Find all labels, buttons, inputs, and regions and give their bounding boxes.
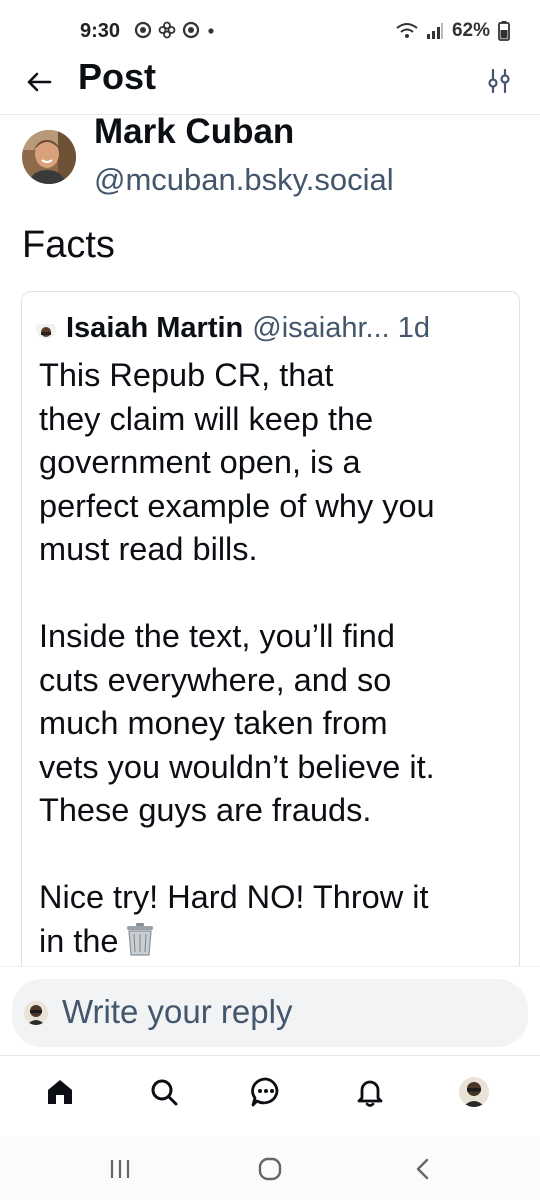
quoted-avatar-photo [36,323,56,339]
back-button-system[interactable] [408,1155,438,1183]
reply-placeholder: Write your reply [62,993,293,1030]
recents-icon [110,1160,130,1178]
pinwheel-icon [158,21,176,39]
nav-chat[interactable] [248,1074,284,1110]
quoted-author-avatar [36,319,56,339]
quoted-text-line: they claim will keep the [39,400,374,437]
system-navigation-bar [0,1137,540,1200]
page-title: Post [78,56,157,97]
profile-avatar [459,1077,489,1107]
battery-percentage: 62% [451,20,490,41]
sliders-icon [488,68,510,94]
quoted-post-time: 1d [397,312,430,344]
quoted-text-line: These guys are frauds. [39,792,372,828]
post-text: Facts [22,224,115,266]
status-right: 62% [396,20,510,42]
arrow-left-icon [27,72,52,92]
wifi-icon [396,23,418,38]
quoted-text-line: vets you wouldn’t believe it. [39,748,435,785]
quoted-text-line: Inside the text, you’ll find [39,618,395,654]
quoted-text-line: cuts everywhere, and so [39,661,392,698]
reply-input[interactable]: Write your reply [12,979,528,1047]
quoted-post-body: This Repub CR, that they claim will keep… [39,354,509,967]
author-handle[interactable]: @mcuban.bsky.social [94,162,394,198]
user-avatar-photo [24,1001,48,1025]
home-icon [48,1080,72,1104]
signal-icon [426,23,443,39]
quoted-text-line: This Repub CR, that [39,357,334,393]
app-header: Post [0,52,540,115]
back-button[interactable] [22,64,58,100]
nav-profile[interactable] [456,1074,492,1110]
quoted-text-line: much money taken from [39,705,388,741]
nav-home[interactable] [42,1074,78,1110]
quoted-text-line: perfect example of why you [39,487,435,524]
record-icon [134,21,152,39]
nav-notifications[interactable] [352,1074,388,1110]
quoted-text-line: Nice try! Hard NO! Throw it [39,879,429,915]
current-user-avatar [24,1001,48,1025]
battery-icon [498,21,510,41]
dot-icon [208,28,214,34]
quoted-text-fragment: in the [39,922,119,959]
author-avatar[interactable] [22,130,76,184]
quoted-post-header: Isaiah Martin @isaiahr... 1d [36,312,430,345]
home-button[interactable] [255,1155,285,1183]
quoted-author-handle: @isaiahr... [252,312,390,344]
search-icon [151,1079,178,1106]
chat-icon [251,1077,279,1107]
quoted-text-line: government open, is a [39,444,361,480]
recents-button[interactable] [105,1155,135,1183]
quoted-post-card[interactable]: Isaiah Martin @isaiahr... 1d This Repub … [21,291,520,993]
author-name[interactable]: Mark Cuban [94,112,294,152]
quoted-text-line: must read bills. [39,531,258,567]
profile-avatar-photo [459,1077,489,1107]
bottom-navigation [0,1055,540,1138]
trash-can-icon [125,922,155,968]
quoted-text-line-with-emoji: in the [39,920,509,968]
nav-search[interactable] [146,1074,182,1110]
home-circle-icon [258,1157,282,1181]
thread-settings-button[interactable] [484,66,514,96]
bell-icon [357,1080,383,1107]
record-icon [182,21,200,39]
back-chevron-icon [416,1158,429,1180]
quoted-author-name: Isaiah Martin [66,312,244,344]
status-time: 9:30 [80,20,121,42]
avatar-photo [22,130,76,184]
status-notification-icons [134,21,216,39]
reply-area: Write your reply [0,966,540,1057]
